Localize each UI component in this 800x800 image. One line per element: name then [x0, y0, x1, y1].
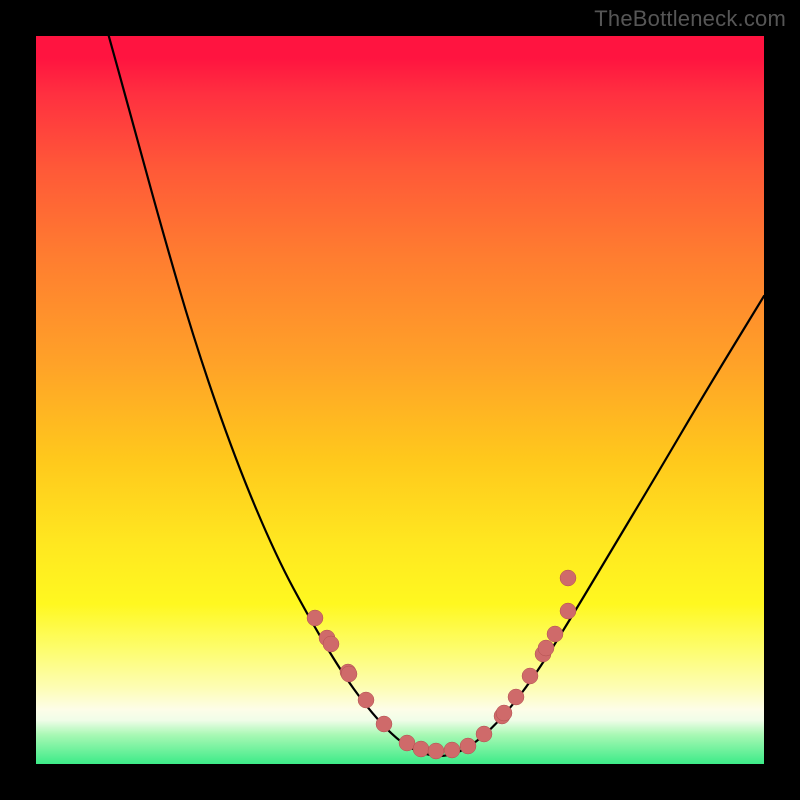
- data-point: [444, 742, 460, 758]
- chart-frame: TheBottleneck.com: [0, 0, 800, 800]
- data-point: [508, 689, 524, 705]
- data-point: [560, 603, 576, 619]
- chart-svg: [36, 36, 764, 764]
- data-point: [341, 666, 357, 682]
- data-point: [376, 716, 392, 732]
- plot-area: [36, 36, 764, 764]
- data-point: [307, 610, 323, 626]
- data-point: [538, 640, 554, 656]
- data-point: [428, 743, 444, 759]
- data-point: [522, 668, 538, 684]
- data-point: [399, 735, 415, 751]
- data-point: [460, 738, 476, 754]
- bottleneck-curve: [106, 36, 764, 756]
- data-point: [496, 705, 512, 721]
- data-point: [323, 636, 339, 652]
- data-point: [413, 741, 429, 757]
- data-point: [358, 692, 374, 708]
- watermark-text: TheBottleneck.com: [594, 6, 786, 32]
- data-point: [476, 726, 492, 742]
- data-point: [560, 570, 576, 586]
- data-point: [547, 626, 563, 642]
- data-points-group: [307, 570, 576, 759]
